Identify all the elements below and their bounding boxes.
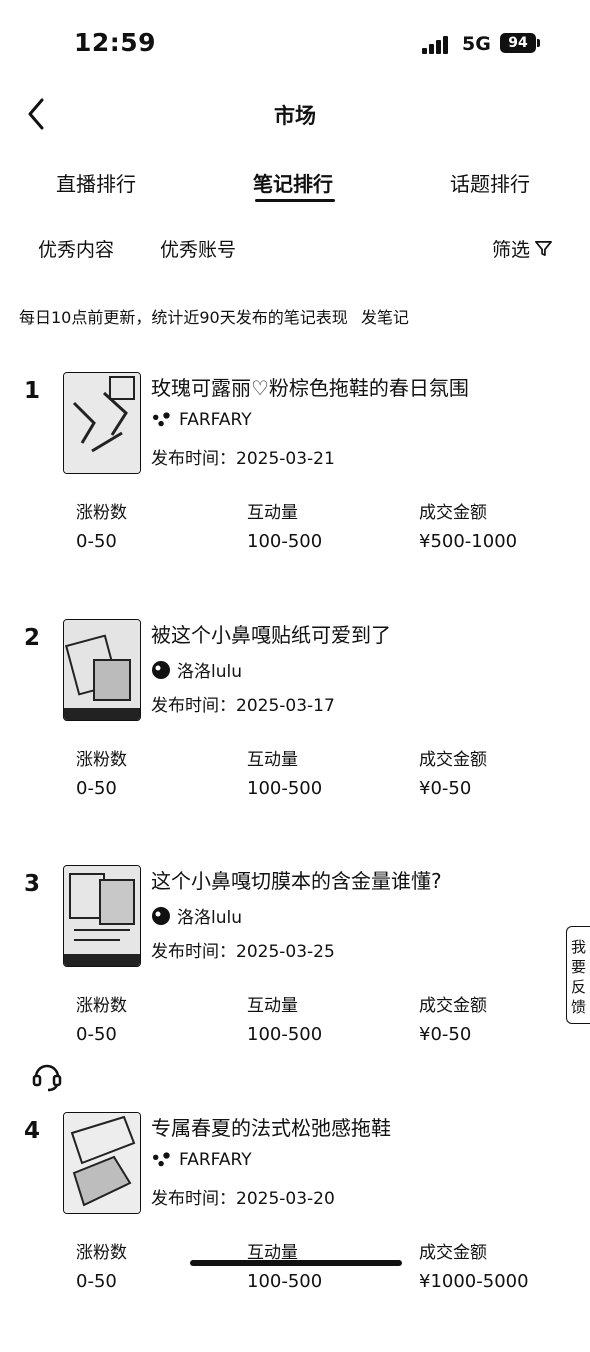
subtab-excellent-content[interactable]: 优秀内容	[38, 235, 114, 262]
date-value: 2025-03-25	[236, 942, 335, 962]
stat-label-gmv: 成交金额	[419, 503, 487, 523]
stat-value-gmv: ¥1000-5000	[419, 1271, 529, 1292]
date-label: 发布时间：	[151, 1189, 236, 1209]
stat-label-gmv: 成交金额	[419, 996, 487, 1016]
rank-number: 2	[24, 625, 41, 651]
author-name: FARFARY	[179, 410, 252, 430]
stat-label-fans: 涨粉数	[76, 503, 127, 523]
stat-value-gmv: ¥500-1000	[419, 531, 518, 552]
list-item[interactable]: 2 被这个小鼻嘎贴纸可爱到了 洛洛lulu 发布时间：2025-03-17 涨粉…	[0, 619, 590, 859]
author-avatar-icon	[153, 412, 170, 427]
rank-number: 3	[24, 871, 41, 897]
list-item[interactable]: 3 这个小鼻嘎切膜本的含金量谁懂? 洛洛lulu 发布时间：2025-03-25…	[0, 865, 590, 1105]
date-label: 发布时间：	[151, 942, 236, 962]
stat-label-fans: 涨粉数	[76, 1243, 127, 1263]
date-value: 2025-03-20	[236, 1189, 335, 1209]
tab-live-ranking[interactable]: 直播排行	[56, 168, 136, 197]
stat-label-fans: 涨粉数	[76, 750, 127, 770]
active-tab-indicator	[255, 199, 335, 202]
nav-bar: 市场	[0, 90, 590, 138]
note-thumbnail[interactable]	[63, 865, 141, 967]
stat-label-interaction: 互动量	[247, 750, 298, 770]
publish-date: 发布时间：2025-03-20	[151, 1184, 335, 1209]
signal-icon	[422, 36, 454, 54]
rank-number: 4	[24, 1118, 41, 1144]
author[interactable]: FARFARY	[151, 410, 252, 430]
funnel-icon	[535, 240, 552, 257]
battery-icon: 94	[500, 33, 536, 53]
author[interactable]: 洛洛lulu	[151, 657, 242, 682]
publish-date: 发布时间：2025-03-17	[151, 691, 335, 716]
stat-label-gmv: 成交金额	[419, 750, 487, 770]
date-value: 2025-03-17	[236, 696, 335, 716]
note-thumbnail[interactable]	[63, 372, 141, 474]
list-item[interactable]: 4 专属春夏的法式松弛感拖鞋 FARFARY 发布时间：2025-03-20 涨…	[0, 1112, 590, 1352]
author-avatar-icon	[153, 1152, 170, 1167]
note-thumbnail[interactable]	[63, 1112, 141, 1214]
stat-value-gmv: ¥0-50	[419, 778, 472, 799]
stat-value-fans: 0-50	[76, 531, 117, 552]
date-label: 发布时间：	[151, 696, 236, 716]
battery-tip	[537, 39, 540, 47]
stat-value-gmv: ¥0-50	[419, 1024, 472, 1045]
date-value: 2025-03-21	[236, 449, 335, 469]
author-name: 洛洛lulu	[177, 662, 242, 682]
update-notice: 每日10点前更新，统计近90天发布的笔记表现 发笔记	[19, 304, 409, 328]
ranking-tabs: 直播排行 笔记排行 话题排行	[0, 164, 590, 208]
network-type: 5G	[462, 33, 491, 55]
feedback-button[interactable]: 我要反馈	[566, 926, 590, 1024]
note-title[interactable]: 被这个小鼻嘎贴纸可爱到了	[151, 619, 391, 648]
filter-label: 筛选	[492, 239, 531, 261]
page-title: 市场	[274, 104, 316, 128]
stat-value-fans: 0-50	[76, 778, 117, 799]
tab-topic-ranking[interactable]: 话题排行	[450, 168, 530, 197]
stat-label-fans: 涨粉数	[76, 996, 127, 1016]
author[interactable]: FARFARY	[151, 1150, 252, 1170]
author-avatar-icon	[152, 906, 170, 925]
publish-date: 发布时间：2025-03-21	[151, 444, 335, 469]
post-note-link[interactable]: 发笔记	[361, 308, 409, 327]
filter-button[interactable]: 筛选	[492, 235, 553, 262]
date-label: 发布时间：	[151, 449, 236, 469]
author-name: 洛洛lulu	[177, 908, 242, 928]
stat-label-gmv: 成交金额	[419, 1243, 487, 1263]
stat-label-interaction: 互动量	[247, 996, 298, 1016]
author-avatar-icon	[152, 660, 170, 679]
note-thumbnail[interactable]	[63, 619, 141, 721]
stat-value-interaction: 100-500	[247, 1271, 323, 1292]
stat-label-interaction: 互动量	[247, 503, 298, 523]
status-bar: 12:59 5G 94	[0, 0, 590, 90]
headset-icon[interactable]	[30, 1059, 64, 1093]
stat-value-interaction: 100-500	[247, 531, 323, 552]
note-title[interactable]: 专属春夏的法式松弛感拖鞋	[151, 1112, 391, 1141]
author-name: FARFARY	[179, 1150, 252, 1170]
note-title[interactable]: 这个小鼻嘎切膜本的含金量谁懂?	[151, 865, 442, 894]
sub-tabs: 优秀内容 优秀账号 筛选	[0, 232, 590, 268]
list-item[interactable]: 1 玫瑰可露丽♡粉棕色拖鞋的春日氛围 FARFARY 发布时间：2025-03-…	[0, 372, 590, 612]
notice-text: 每日10点前更新，统计近90天发布的笔记表现	[19, 308, 348, 327]
publish-date: 发布时间：2025-03-25	[151, 937, 335, 962]
subtab-excellent-accounts[interactable]: 优秀账号	[160, 235, 236, 262]
tab-note-ranking[interactable]: 笔记排行	[253, 168, 333, 197]
stat-value-fans: 0-50	[76, 1024, 117, 1045]
author[interactable]: 洛洛lulu	[151, 903, 242, 928]
status-time: 12:59	[74, 28, 157, 57]
stat-value-fans: 0-50	[76, 1271, 117, 1292]
note-title[interactable]: 玫瑰可露丽♡粉棕色拖鞋的春日氛围	[151, 372, 469, 401]
stat-value-interaction: 100-500	[247, 1024, 323, 1045]
home-indicator[interactable]	[190, 1260, 402, 1266]
stat-value-interaction: 100-500	[247, 778, 323, 799]
rank-number: 1	[24, 378, 41, 404]
